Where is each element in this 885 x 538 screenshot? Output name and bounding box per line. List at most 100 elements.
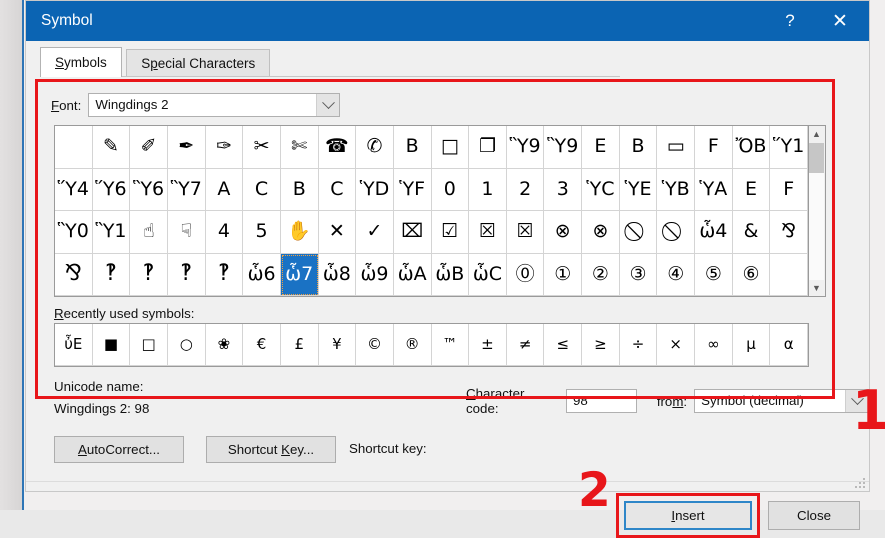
recent-symbol-cell[interactable]: £ [281, 324, 319, 366]
symbol-cell[interactable]: ὧB [432, 254, 470, 297]
symbol-cell[interactable]: ὜B [620, 126, 658, 169]
symbol-cell[interactable]: ‽ [130, 254, 168, 297]
shortcut-key-button[interactable]: Shortcut Key... [206, 436, 336, 463]
symbol-cell[interactable]: ✕ [319, 211, 357, 254]
symbol-cell[interactable]: ὚F [770, 169, 808, 212]
symbol-cell[interactable]: ὚5 [243, 211, 281, 254]
symbol-cell[interactable]: ὧ7 [281, 254, 319, 297]
symbol-cell[interactable]: ☒ [507, 211, 545, 254]
symbol-cell[interactable]: Ὓ9 [544, 126, 582, 169]
symbol-cell[interactable]: ✒ [168, 126, 206, 169]
symbol-cell[interactable]: ☑ [432, 211, 470, 254]
symbol-cell[interactable]: ὚0 [432, 169, 470, 212]
symbol-grid[interactable]: ✎✐✒✑✂✄☎✆὜B□❐Ὓ9Ὓ9὜E὜B▭὜FὌBὝ1Ὕ4Ὕ6Ὓ6Ὓ7὚A὏C὚… [55, 126, 808, 296]
symbol-cell[interactable]: ‽ [93, 254, 131, 297]
symbol-cell[interactable]: ✐ [130, 126, 168, 169]
resize-grip[interactable] [855, 478, 865, 488]
from-select[interactable]: Symbol (decimal) [694, 389, 869, 413]
symbol-cell[interactable]: ὙE [620, 169, 658, 212]
symbol-cell[interactable]: ὜B [394, 126, 432, 169]
symbol-cell[interactable]: ὙD [356, 169, 394, 212]
recent-symbol-cell[interactable]: α [770, 324, 808, 366]
recent-symbol-cell[interactable]: ∞ [695, 324, 733, 366]
close-button[interactable]: Close [768, 501, 860, 530]
recently-used-panel[interactable]: ὖE■□○❀€£¥©®™±≠≤≥÷×∞μα [54, 323, 809, 367]
recent-symbol-cell[interactable]: ® [394, 324, 432, 366]
symbol-cell[interactable]: ⃠ [620, 211, 658, 254]
symbol-cell[interactable]: ✎ [93, 126, 131, 169]
chevron-up-icon[interactable]: ▲ [809, 126, 824, 142]
symbol-cell[interactable]: ὙC [582, 169, 620, 212]
symbol-cell[interactable]: ὚A [206, 169, 244, 212]
symbol-cell[interactable]: ὙF [394, 169, 432, 212]
scrollbar-track[interactable] [809, 159, 824, 280]
symbol-cell[interactable]: ⑤ [695, 254, 733, 297]
character-code-input[interactable]: 98 [566, 389, 637, 413]
symbol-cell[interactable]: ⊗ [582, 211, 620, 254]
recent-symbol-cell[interactable]: ≤ [544, 324, 582, 366]
symbol-grid-scrollbar[interactable]: ▲ ▼ [809, 125, 826, 297]
symbol-cell[interactable]: ✑ [206, 126, 244, 169]
recent-symbol-cell[interactable]: ■ [93, 324, 131, 366]
recent-symbol-cell[interactable]: © [356, 324, 394, 366]
symbol-cell[interactable]: ① [544, 254, 582, 297]
symbol-cell[interactable]: Ὕ1 [770, 126, 808, 169]
symbol-cell[interactable]: ⊗ [544, 211, 582, 254]
autocorrect-button[interactable]: AutoCorrect... [54, 436, 184, 463]
font-select[interactable]: Wingdings 2 [88, 93, 340, 117]
chevron-down-icon[interactable] [316, 94, 339, 116]
symbol-cell[interactable]: ὏C [243, 169, 281, 212]
symbol-cell[interactable]: ☎ [319, 126, 357, 169]
recent-symbol-cell[interactable]: ❀ [206, 324, 244, 366]
symbol-cell[interactable]: ὚4 [206, 211, 244, 254]
symbol-cell[interactable]: Ὓ1 [93, 211, 131, 254]
symbol-cell[interactable]: ② [582, 254, 620, 297]
chevron-down-icon[interactable]: ▼ [809, 280, 824, 296]
symbol-cell[interactable]: ὙA [695, 169, 733, 212]
symbol-cell[interactable]: ⓪ [507, 254, 545, 297]
symbol-cell[interactable]: ☝ [130, 211, 168, 254]
symbol-cell[interactable]: Ὕ6 [93, 169, 131, 212]
symbol-cell[interactable]: ⅋ [770, 211, 808, 254]
symbol-cell[interactable]: ὚E [733, 169, 771, 212]
recent-symbol-cell[interactable]: ≥ [582, 324, 620, 366]
scrollbar-thumb[interactable] [809, 143, 824, 173]
symbol-cell[interactable]: ὚C [319, 169, 357, 212]
symbol-cell[interactable]: ὧ4 [695, 211, 733, 254]
symbol-cell[interactable]: ὚1 [469, 169, 507, 212]
symbol-cell[interactable]: ὙB [657, 169, 695, 212]
recent-symbol-cell[interactable]: ≠ [507, 324, 545, 366]
help-icon[interactable]: ? [767, 1, 813, 41]
close-icon[interactable]: ✕ [817, 1, 863, 41]
symbol-cell[interactable]: ☒ [469, 211, 507, 254]
symbol-cell[interactable]: ③ [620, 254, 658, 297]
symbol-cell[interactable] [770, 254, 808, 297]
symbol-cell[interactable]: ▭ [657, 126, 695, 169]
symbol-cell[interactable]: Ὕ4 [55, 169, 93, 212]
symbol-cell[interactable]: ὧ6 [243, 254, 281, 297]
symbol-cell[interactable]: ὧA [394, 254, 432, 297]
symbol-cell[interactable]: ⃠ [657, 211, 695, 254]
recent-symbol-cell[interactable]: μ [733, 324, 771, 366]
symbol-cell[interactable]: ✆ [356, 126, 394, 169]
recent-symbol-cell[interactable]: ± [469, 324, 507, 366]
symbol-cell[interactable]: □ [432, 126, 470, 169]
recent-symbol-cell[interactable]: ὖE [55, 324, 93, 366]
symbol-cell[interactable]: Ὓ6 [130, 169, 168, 212]
symbol-cell[interactable]: ✓ [356, 211, 394, 254]
symbol-cell[interactable]: ✄ [281, 126, 319, 169]
recent-symbol-cell[interactable]: ™ [432, 324, 470, 366]
recent-symbol-cell[interactable]: € [243, 324, 281, 366]
symbol-cell[interactable]: ✂ [243, 126, 281, 169]
symbol-cell[interactable]: Ὓ0 [55, 211, 93, 254]
symbol-cell[interactable] [55, 126, 93, 169]
symbol-cell[interactable]: ✋ [281, 211, 319, 254]
symbol-grid-panel[interactable]: ✎✐✒✑✂✄☎✆὜B□❐Ὓ9Ὓ9὜E὜B▭὜FὌBὝ1Ὕ4Ὕ6Ὓ6Ὓ7὚A὏C὚… [54, 125, 809, 297]
symbol-cell[interactable]: ❐ [469, 126, 507, 169]
symbol-cell[interactable]: ὜E [582, 126, 620, 169]
symbol-cell[interactable]: ⌧ [394, 211, 432, 254]
symbol-cell[interactable]: ☟ [168, 211, 206, 254]
symbol-cell[interactable]: ὧC [469, 254, 507, 297]
recent-symbol-cell[interactable]: × [657, 324, 695, 366]
symbol-cell[interactable]: ὧ9 [356, 254, 394, 297]
